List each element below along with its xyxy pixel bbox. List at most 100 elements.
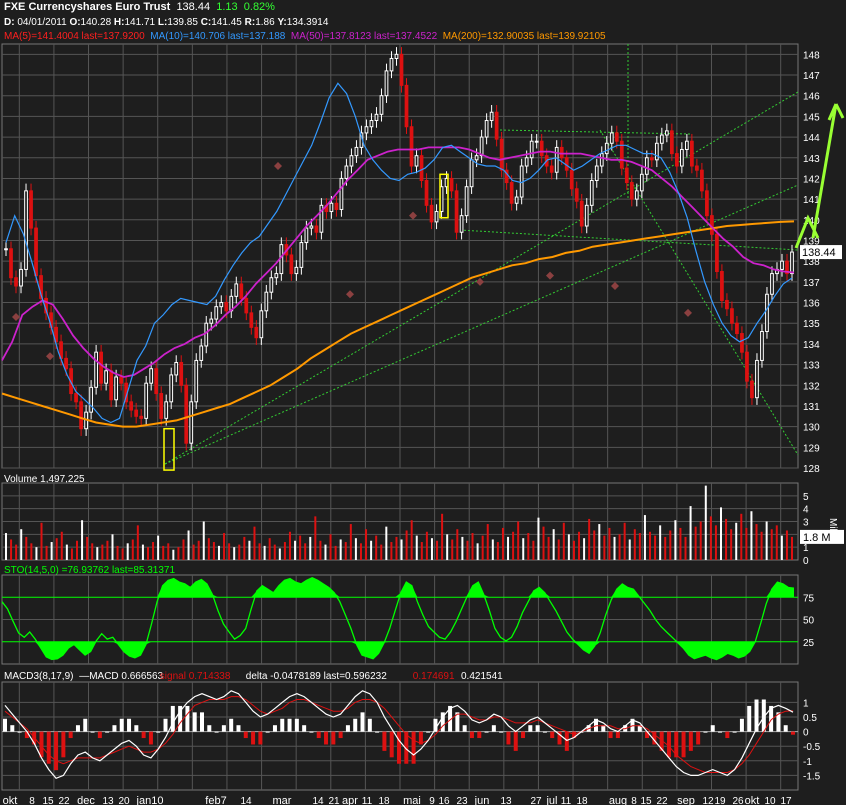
macd-histogram-bar: [185, 705, 190, 732]
x-axis-label: 10: [764, 796, 776, 805]
candle-body: [204, 322, 209, 347]
candle: [29, 183, 33, 236]
sto-tick-label: 25: [803, 638, 815, 649]
macd-histogram-bar: [141, 731, 146, 739]
candle-body: [720, 271, 724, 301]
candle-body: [34, 227, 38, 277]
candle-body: [690, 140, 694, 167]
candle-body: [154, 368, 159, 395]
candle-body: [579, 200, 584, 227]
macd-histogram-bar: [710, 725, 715, 732]
macd-histogram-bar: [221, 725, 226, 732]
macd-histogram-bar: [134, 725, 139, 732]
chart-canvas: 1281291301311321331341351361371381391401…: [1, 43, 845, 805]
price-tick-label: 147: [803, 71, 820, 82]
candle-body: [569, 169, 574, 190]
candle-body: [705, 190, 709, 217]
x-axis-label: mar: [273, 795, 292, 805]
x-axis-label: 15: [42, 796, 54, 805]
x-axis-label: 19: [714, 796, 726, 805]
price-tick-label: 133: [803, 361, 820, 372]
macd-histogram-bar: [747, 705, 752, 732]
macd-histogram-bar: [207, 725, 212, 732]
macd-histogram-bar: [484, 731, 489, 733]
x-axis-label: okt: [3, 795, 18, 805]
macd-legend-item: 0.174691: [413, 671, 455, 682]
macd-histogram-bar: [411, 731, 416, 764]
macd-histogram-bar: [294, 718, 299, 732]
candle-body: [474, 155, 479, 161]
x-axis-label: 18: [378, 796, 390, 805]
candle-body: [269, 277, 274, 293]
macd-histogram-bar: [54, 731, 59, 771]
candle-body: [459, 215, 464, 233]
candle-body: [644, 157, 649, 175]
x-axis-label: 14: [312, 796, 324, 805]
candle-body: [664, 130, 669, 136]
candle-body: [554, 146, 559, 173]
macd-histogram-bar: [331, 731, 336, 745]
macd-histogram-bar: [214, 731, 219, 733]
macd-histogram-bar: [170, 705, 175, 732]
macd-histogram-bar: [732, 731, 737, 733]
macd-tick-label: 0.5: [803, 713, 817, 724]
candle: [499, 131, 504, 178]
macd-histogram-bar: [338, 731, 343, 739]
candle-body: [349, 155, 354, 167]
candle-body: [584, 204, 589, 227]
candle-body: [274, 273, 279, 279]
macd-histogram-bar: [360, 712, 365, 732]
candle: [94, 344, 98, 395]
macd-histogram-bar: [236, 725, 241, 732]
macd-histogram-bar: [316, 731, 321, 739]
macd-tick-label: 0: [803, 728, 809, 739]
macd-histogram-bar: [192, 712, 197, 732]
macd-histogram-bar: [513, 731, 518, 751]
macd-histogram-bar: [97, 731, 102, 739]
price-tick-label: 135: [803, 319, 820, 330]
macd-histogram-bar: [61, 731, 66, 758]
candle-body: [414, 155, 419, 167]
x-axis-label: dec: [77, 795, 95, 805]
candle: [99, 344, 103, 391]
candle-body: [674, 153, 679, 167]
x-axis-label: 18: [576, 796, 588, 805]
candle-body: [129, 401, 134, 411]
x-axis-label: jan10: [136, 795, 164, 805]
candle-body: [289, 254, 294, 275]
candle-body: [304, 227, 309, 244]
candle-body: [659, 134, 664, 144]
candle-body: [314, 225, 319, 233]
macd-histogram-bar: [615, 731, 620, 739]
candle-body: [539, 140, 544, 157]
candle-body: [499, 138, 504, 171]
volume-unit-label: Millio: [827, 518, 838, 541]
candle-body: [329, 202, 334, 213]
x-axis-label: okt: [745, 795, 760, 805]
macd-histogram-bar: [280, 718, 285, 732]
candle: [189, 394, 194, 451]
candle: [404, 78, 409, 134]
macd-histogram-bar: [491, 725, 496, 732]
macd-tick-label: -1: [803, 757, 812, 768]
candle-body: [234, 283, 239, 297]
price-tick-label: 128: [803, 464, 820, 475]
sto-tick-label: 50: [803, 616, 815, 627]
macd-histogram-bar: [469, 731, 474, 739]
last-price-label: 138.44: [802, 247, 836, 259]
price-tick-label: 137: [803, 278, 820, 289]
candle-body: [259, 310, 264, 339]
macd-histogram-bar: [353, 718, 358, 732]
x-axis-label: 11: [561, 796, 572, 805]
candle-body: [9, 248, 13, 279]
candle-body: [189, 401, 194, 444]
macd-histogram-bar: [375, 731, 380, 733]
candle-body: [594, 165, 599, 182]
volume-tick-label: 5: [803, 492, 809, 503]
candle-body: [114, 376, 119, 401]
macd-histogram-bar: [243, 731, 248, 739]
x-axis-label: 16: [438, 796, 450, 805]
x-axis-label: 13: [102, 796, 114, 805]
price-tick-label: 143: [803, 154, 820, 165]
candle-body: [219, 302, 224, 308]
